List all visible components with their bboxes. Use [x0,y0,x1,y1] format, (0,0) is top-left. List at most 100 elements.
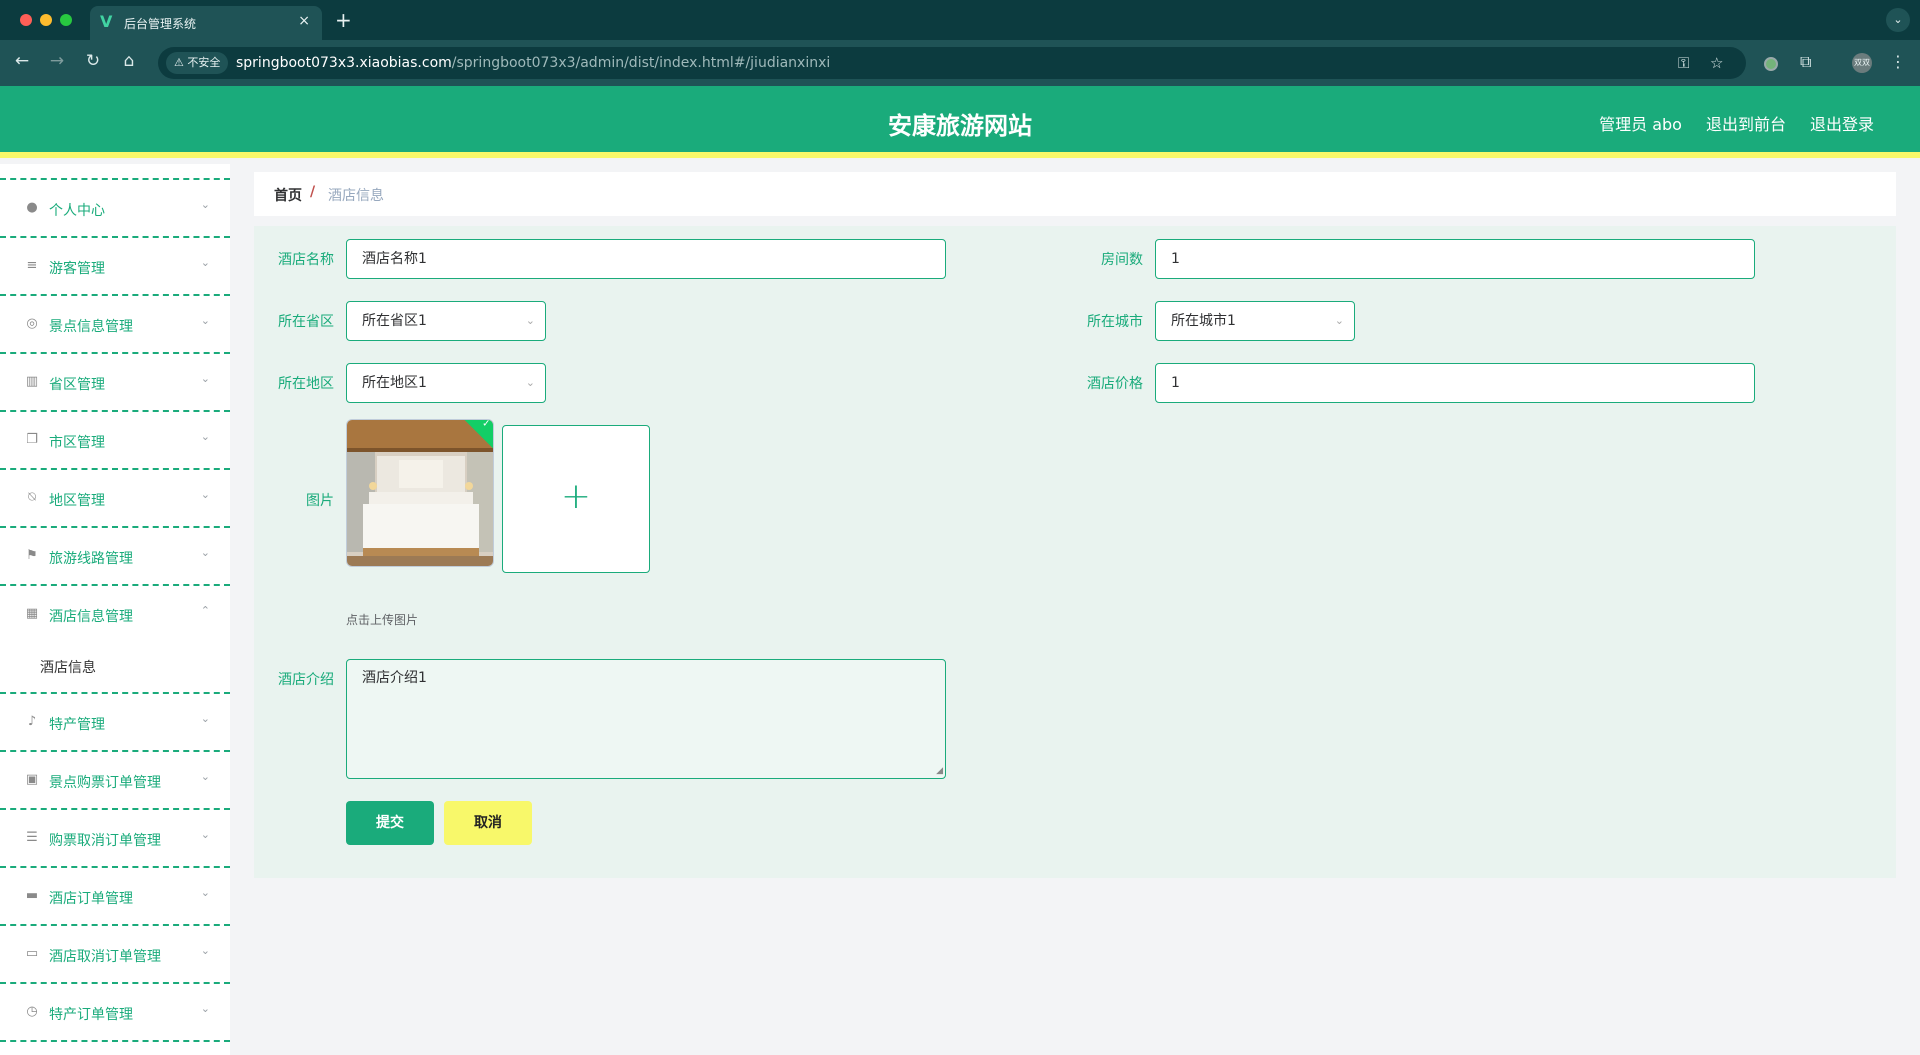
city-select[interactable]: 所在城市1 ⌄ [1155,301,1355,341]
breadcrumb-home[interactable]: 首页 [274,185,302,205]
browser-tab-bar: V 后台管理系统 × + ⌄ [0,0,1920,40]
chevron-down-icon: ⌄ [200,944,210,957]
hotel-intro-textarea[interactable]: 酒店介绍1 ◢ [346,659,946,779]
sidebar-item-specialty-orders[interactable]: ◷ 特产订单管理 ⌄ [0,984,230,1042]
vue-logo-icon: V [100,12,113,31]
header-links: 管理员 abo 退出到前台 退出登录 [1599,111,1874,135]
sidebar-item-scenic[interactable]: ◎ 景点信息管理 ⌄ [0,296,230,354]
tab-search-button[interactable]: ⌄ [1886,8,1910,32]
to-front-link[interactable]: 退出到前台 [1706,111,1786,135]
sidebar-item-ticket-cancel[interactable]: ☰ 购票取消订单管理 ⌄ [0,810,230,868]
hotel-room-photo [347,420,493,566]
sidebar-item-label: 个人中心 [49,203,105,219]
sidebar-item-label: 省区管理 [49,377,105,393]
monitor-icon: ▬ [25,888,39,903]
new-tab-button[interactable]: + [335,8,352,32]
rooms-input[interactable]: 1 [1155,239,1755,279]
chevron-down-icon: ⌄ [200,712,210,725]
resize-handle-icon[interactable]: ◢ [936,766,943,776]
district-select[interactable]: 所在地区1 ⌄ [346,363,546,403]
url-text[interactable]: springboot073x3.xiaobias.com/springboot0… [236,55,830,71]
submit-button[interactable]: 提交 [346,801,434,845]
chevron-down-icon: ⌄ [200,372,210,385]
city-label: 所在城市 [1087,314,1143,330]
sidebar-item-ticket-orders[interactable]: ▣ 景点购票订单管理 ⌄ [0,752,230,810]
home-icon[interactable]: ⌂ [118,51,140,71]
sidebar-item-label: 景点购票订单管理 [49,775,161,791]
hotel-name-input[interactable]: 酒店名称1 [346,239,946,279]
maximize-window-button[interactable] [60,14,72,26]
chevron-down-icon: ⌄ [200,198,210,211]
cancel-button[interactable]: 取消 [444,801,532,845]
district-label: 所在地区 [278,376,334,392]
chevron-down-icon: ⌄ [200,770,210,783]
tab-title: 后台管理系统 [124,17,197,31]
menu-icon: ≡ [26,258,38,273]
sidebar-item-label: 游客管理 [49,261,105,277]
address-bar[interactable]: ⚠ 不安全 springboot073x3.xiaobias.com/sprin… [158,47,1746,79]
chevron-down-icon: ⌄ [525,314,535,327]
tab-close-icon[interactable]: × [298,13,310,29]
chevron-down-icon: ⌄ [1334,314,1344,327]
district-select-value: 所在地区1 [362,375,427,391]
price-label: 酒店价格 [1087,376,1143,392]
breadcrumb-current: 酒店信息 [328,188,384,204]
sidebar-item-label: 市区管理 [49,435,105,451]
upload-tip: 点击上传图片 [346,613,419,627]
extension-icon[interactable] [1764,57,1778,71]
more-menu-icon[interactable]: ⋮ [1890,52,1906,71]
chevron-down-icon: ⌄ [200,828,210,841]
sidebar-item-specialty[interactable]: ♪ 特产管理 ⌄ [0,694,230,752]
price-input[interactable]: 1 [1155,363,1755,403]
minimize-window-button[interactable] [40,14,52,26]
flag-icon: ⚑ [26,548,38,563]
compass-icon: ◎ [26,316,38,331]
sidebar-item-district[interactable]: ⍉ 地区管理 ⌄ [0,470,230,528]
copy-icon: ❐ [26,432,38,447]
browser-toolbar: ← → ↻ ⌂ ⚠ 不安全 springboot073x3.xiaobias.c… [0,40,1920,86]
hotel-room-image[interactable]: ✓ [346,419,494,567]
app-header: 安康旅游网站 管理员 abo 退出到前台 退出登录 [0,86,1920,158]
microphone-icon: ♪ [27,714,37,729]
list-icon: ☰ [26,830,38,845]
province-label: 所在省区 [278,314,334,330]
star-icon[interactable]: ☆ [1710,54,1723,72]
sidebar-item-label: 特产订单管理 [49,1007,133,1023]
close-window-button[interactable] [20,14,32,26]
sidebar-item-label: 购票取消订单管理 [49,833,161,849]
sidebar-item-tourist[interactable]: ≡ 游客管理 ⌄ [0,238,230,296]
sidebar-item-label: 景点信息管理 [49,319,133,335]
image-label: 图片 [306,493,334,509]
key-icon[interactable]: ⚿ [1678,54,1689,72]
chevron-up-icon: ⌃ [200,604,210,617]
forward-icon[interactable]: → [46,51,68,71]
sidebar-item-hotel-orders[interactable]: ▬ 酒店订单管理 ⌄ [0,868,230,926]
reload-icon[interactable]: ↻ [82,51,104,71]
url-path: /springboot073x3/admin/dist/index.html#/… [451,55,831,71]
logout-link[interactable]: 退出登录 [1810,111,1874,135]
image-upload-button[interactable]: + [502,425,650,573]
browser-tab[interactable]: V 后台管理系统 × [90,6,322,40]
extensions-puzzle-icon[interactable]: ⧉ [1800,52,1811,72]
intro-label: 酒店介绍 [278,672,334,688]
chevron-down-icon: ⌄ [200,488,210,501]
chevron-down-icon: ⌄ [200,546,210,559]
sidebar-item-hotel[interactable]: ▦ 酒店信息管理 ⌃ [0,586,230,644]
rooms-label: 房间数 [1101,252,1143,268]
grid-icon: ▦ [25,606,39,621]
chevron-down-icon: ⌄ [200,256,210,269]
back-icon[interactable]: ← [11,51,33,71]
sidebar-item-city[interactable]: ❐ 市区管理 ⌄ [0,412,230,470]
sidebar-item-personal-center[interactable]: ● 个人中心 ⌄ [0,180,230,238]
sidebar-item-province[interactable]: ▥ 省区管理 ⌄ [0,354,230,412]
sidebar-subitem-hotel-info[interactable]: 酒店信息 [0,642,230,694]
insecure-badge[interactable]: ⚠ 不安全 [166,52,229,74]
sidebar-item-label: 旅游线路管理 [49,551,133,567]
province-select[interactable]: 所在省区1 ⌄ [346,301,546,341]
sidebar-item-label: 地区管理 [49,493,105,509]
sidebar-item-route[interactable]: ⚑ 旅游线路管理 ⌄ [0,528,230,586]
library-icon: ▥ [25,374,39,389]
profile-avatar[interactable]: 双双 [1852,53,1872,73]
sidebar-item-hotel-cancel[interactable]: ▭ 酒店取消订单管理 ⌄ [0,926,230,984]
check-icon: ✓ [482,419,491,430]
